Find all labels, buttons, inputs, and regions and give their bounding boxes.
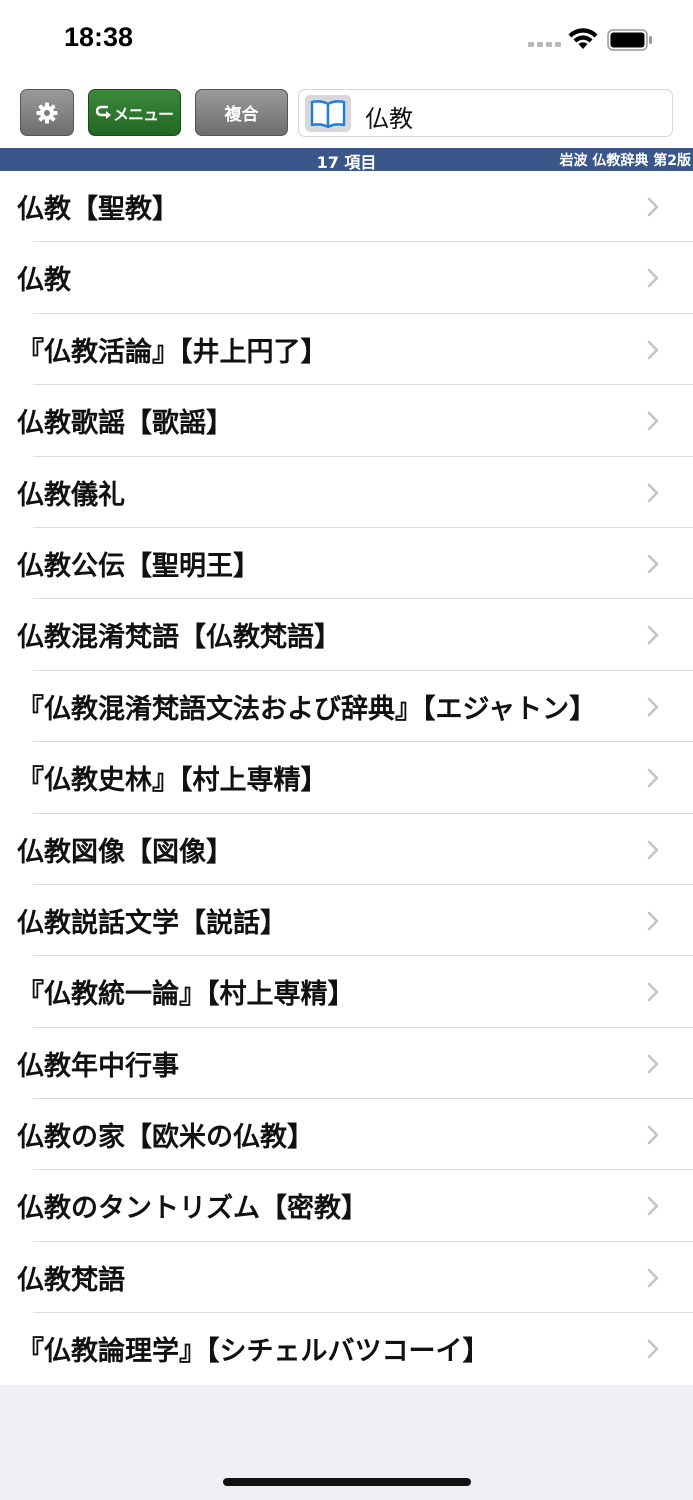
battery-icon <box>607 29 652 51</box>
list-item[interactable]: 仏教【聖教】 <box>0 171 693 243</box>
list-item-label: 仏教 <box>17 265 71 297</box>
chevron-right-icon <box>647 1125 659 1145</box>
list-item-label: 仏教の家【欧米の仏教】 <box>17 1122 314 1154</box>
chevron-right-icon <box>647 1197 659 1216</box>
return-arrow-icon <box>95 105 111 119</box>
list-item[interactable]: 仏教のタントリズム【密教】 <box>0 1170 693 1243</box>
chevron-right-icon <box>647 269 659 288</box>
list-item[interactable]: 仏教説話文学【説話】 <box>0 885 693 957</box>
chevron-right-icon <box>647 411 659 431</box>
list-item[interactable]: 『仏教混淆梵語文法および辞典』【エジャトン】 <box>0 671 693 743</box>
list-item-label: 仏教公伝【聖明王】 <box>17 550 260 582</box>
chevron-right-icon <box>647 768 659 788</box>
toolbar: メニュー 複合 仏教 <box>0 80 693 148</box>
chevron-right-icon <box>647 554 659 574</box>
list-item-label: 『仏教史林』【村上専精】 <box>17 765 328 797</box>
chevron-right-icon <box>647 911 659 931</box>
list-item-label: 『仏教論理学』【シチェルバツコーイ】 <box>17 1336 490 1368</box>
list-item[interactable]: 『仏教史林』【村上専精】 <box>0 742 693 814</box>
list-item[interactable]: 仏教梵語 <box>0 1242 693 1314</box>
menu-button-label: メニュー <box>112 104 174 124</box>
list-item-label: 『仏教活論』【井上円了】 <box>17 336 328 368</box>
result-list: 仏教【聖教】 仏教『仏教活論』【井上円了】 仏教歌謡【歌謡】 仏教儀礼仏教公伝【聖明王… <box>0 171 693 1385</box>
list-item[interactable]: 『仏教論理学』【シチェルバツコーイ】 <box>0 1313 693 1384</box>
open-book-icon[interactable] <box>305 95 351 132</box>
search-query-text[interactable]: 仏教 <box>365 99 413 134</box>
compound-search-button[interactable]: 複合 <box>195 89 288 136</box>
list-item[interactable]: 仏教年中行事 <box>0 1028 693 1100</box>
compound-button-label: 複合 <box>224 105 259 125</box>
results-info-bar: 17 項目 岩波 仏教辞典 第2版 <box>0 148 693 172</box>
chevron-right-icon <box>647 697 659 717</box>
list-item-label: 仏教【聖教】 <box>17 194 179 225</box>
status-time: 18:38 <box>64 22 134 52</box>
chevron-right-icon <box>647 483 659 502</box>
chevron-right-icon <box>647 1268 659 1288</box>
chevron-right-icon <box>647 840 659 859</box>
list-item[interactable]: 仏教の家【欧米の仏教】 <box>0 1099 693 1171</box>
chevron-right-icon <box>647 982 659 1002</box>
list-item[interactable]: 仏教歌謡【歌謡】 <box>0 385 693 457</box>
list-item[interactable]: 仏教混淆梵語【仏教梵語】 <box>0 599 693 672</box>
list-item[interactable]: 仏教公伝【聖明王】 <box>0 528 693 600</box>
chevron-right-icon <box>647 1339 659 1359</box>
list-item-label: 仏教歌謡【歌謡】 <box>17 408 233 440</box>
list-item-label: 仏教混淆梵語【仏教梵語】 <box>17 622 341 654</box>
status-bar: 18:38 <box>0 0 693 80</box>
list-item[interactable]: 『仏教活論』【井上円了】 <box>0 314 693 386</box>
list-item-label: 『仏教混淆梵語文法および辞典』【エジャトン】 <box>17 693 597 725</box>
menu-button[interactable]: メニュー <box>88 89 181 136</box>
signal-dots-icon <box>528 42 562 48</box>
list-item-label: 仏教のタントリズム【密教】 <box>17 1193 368 1225</box>
home-indicator <box>223 1478 471 1486</box>
list-item-label: 仏教説話文学【説話】 <box>17 907 287 939</box>
list-item[interactable]: 仏教図像【図像】 <box>0 814 693 886</box>
list-item[interactable]: 仏教儀礼 <box>0 457 693 529</box>
list-item[interactable]: 『仏教統一論』【村上専精】 <box>0 956 693 1029</box>
list-item[interactable]: 仏教 <box>0 242 693 315</box>
list-item-label: 仏教儀礼 <box>17 479 125 511</box>
list-item-label: 仏教梵語 <box>17 1264 125 1296</box>
dictionary-name: 岩波 仏教辞典 第2版 <box>559 153 692 169</box>
chevron-right-icon <box>647 626 659 645</box>
search-input[interactable]: 仏教 <box>298 89 673 137</box>
chevron-right-icon <box>647 1054 659 1073</box>
gear-icon <box>36 102 58 123</box>
list-item-label: 仏教年中行事 <box>17 1050 179 1082</box>
wifi-icon <box>568 28 598 49</box>
list-item-label: 『仏教統一論』【村上専精】 <box>17 979 355 1011</box>
chevron-right-icon <box>647 340 659 360</box>
settings-button[interactable] <box>20 89 74 136</box>
chevron-right-icon <box>647 197 659 217</box>
list-item-label: 仏教図像【図像】 <box>17 836 233 868</box>
